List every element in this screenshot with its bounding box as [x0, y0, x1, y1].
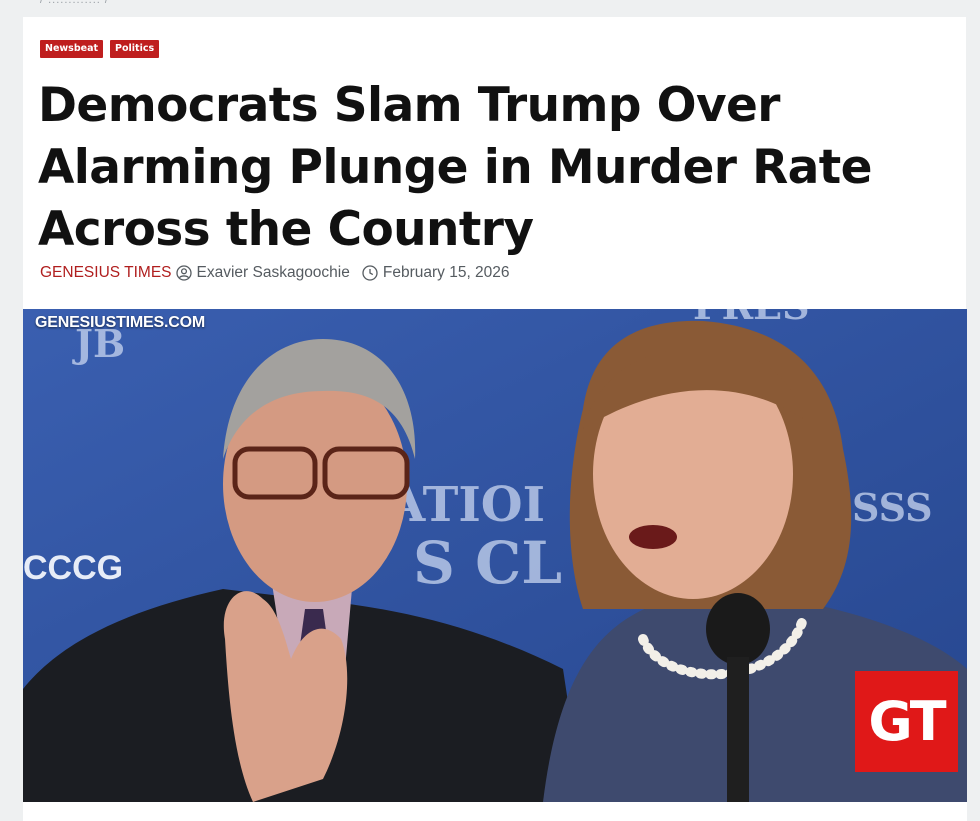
category-badge-newsbeat[interactable]: Newsbeat	[40, 40, 104, 58]
clock-icon	[362, 265, 378, 281]
press-conference-photo: JB ATIOI S CL ESSS PRES CCCG	[23, 309, 967, 802]
user-circle-icon	[175, 265, 192, 281]
featured-image[interactable]: JB ATIOI S CL ESSS PRES CCCG	[23, 309, 967, 802]
author-link[interactable]: Exavier Saskagoochie	[197, 264, 350, 282]
breadcrumb: / ............. /	[40, 0, 109, 6]
content-strip	[23, 802, 967, 821]
backdrop-text: S CL	[413, 529, 562, 597]
category-badge-politics[interactable]: Politics	[110, 40, 160, 58]
backdrop-text: CCCG	[23, 549, 123, 587]
article-title-line: Across the Country	[38, 202, 534, 257]
category-badges: Newsbeat Politics	[40, 40, 160, 58]
gt-logo: GT	[855, 671, 958, 772]
site-link[interactable]: GENESIUS TIMES	[40, 264, 172, 282]
article-title-line: Alarming Plunge in Murder Rate	[38, 140, 873, 195]
article-title: Democrats Slam Trump Over Alarming Plung…	[38, 75, 938, 261]
article-title-line: Democrats Slam Trump Over	[38, 78, 780, 133]
page: / ............. / Newsbeat Politics Demo…	[0, 0, 980, 821]
article-header: Newsbeat Politics Democrats Slam Trump O…	[23, 17, 966, 309]
image-watermark: GENESIUSTIMES.COM	[35, 314, 205, 331]
backdrop-text: ATIOI	[387, 477, 545, 533]
article-meta: GENESIUS TIMES Exavier Saskagoochie Febr…	[40, 264, 510, 282]
publish-date: February 15, 2026	[382, 264, 510, 281]
